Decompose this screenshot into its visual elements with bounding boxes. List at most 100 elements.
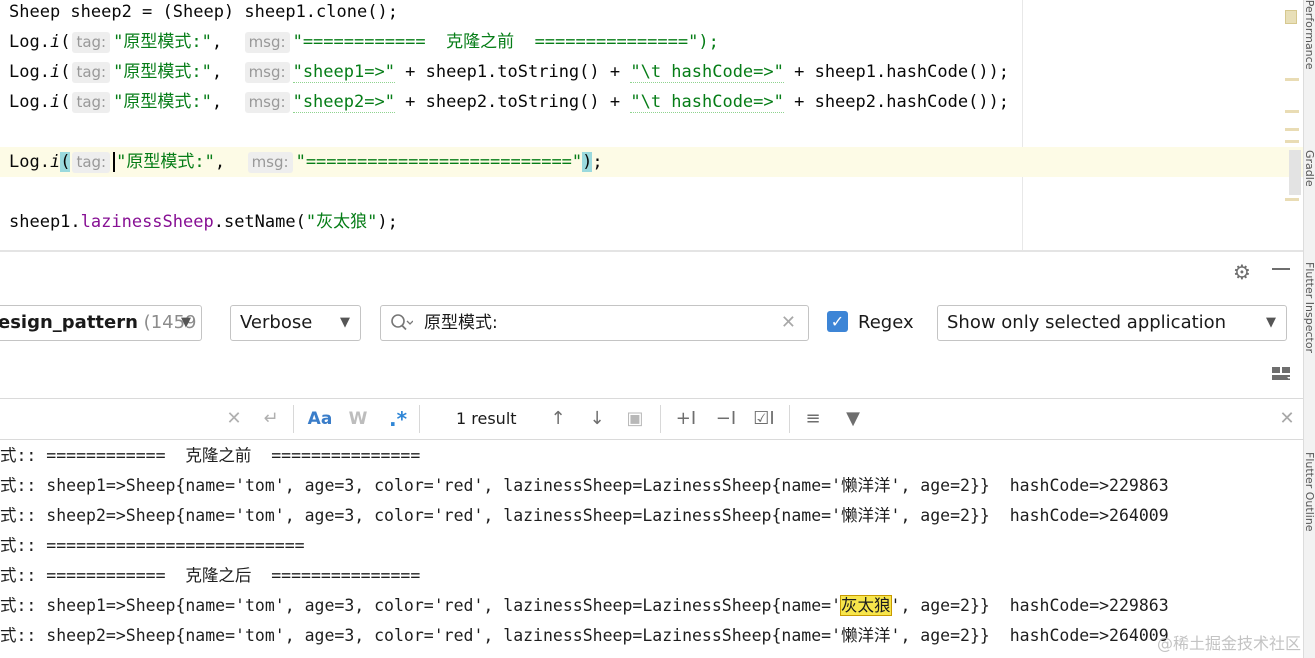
log-line[interactable]: 式:: sheep1=>Sheep{name='tom', age=3, col… [0, 591, 1169, 621]
string-literal: "\t hashCode=>" [630, 62, 784, 83]
app-filter-selector[interactable]: Show only selected application ▼ [937, 305, 1287, 341]
param-hint-msg: msg: [244, 92, 290, 113]
scroll-marker[interactable] [1285, 198, 1299, 201]
code-text: + sheep1.toString() + [394, 62, 631, 82]
scroll-marker[interactable] [1285, 140, 1299, 143]
code-text: + sheep2.hashCode()); [783, 92, 1010, 112]
find-bar: ✕ ↵ Aa W .* 1 result ↑ ↓ ▣ +I −I ☑I ≡ ▼ … [0, 398, 1303, 440]
log-level-value: Verbose [240, 312, 313, 333]
string-literal: "原型模式:" [116, 152, 215, 172]
log-search-input[interactable]: 原型模式: ✕ [380, 305, 809, 341]
code-text: Log. [9, 32, 50, 52]
field-name: lazinessSheep [80, 212, 214, 232]
log-level-selector[interactable]: Verbose ▼ [230, 305, 361, 341]
layout-icon[interactable] [1272, 367, 1292, 381]
code-line[interactable]: sheep1.lazinessSheep.setName("灰太狼"); [9, 207, 398, 237]
log-line[interactable]: 式:: sheep1=>Sheep{name='tom', age=3, col… [0, 471, 1169, 501]
comma: , [211, 92, 223, 112]
param-hint-msg: msg: [247, 152, 293, 173]
log-text: ', age=2}} hashCode=>229863 [890, 596, 1169, 615]
log-line[interactable]: 式:: ========================== [0, 531, 305, 561]
inspection-status-icon[interactable] [1285, 10, 1297, 24]
filter-icon[interactable]: ▼ [840, 399, 866, 439]
log-line[interactable]: 式:: ============ 克隆之后 =============== [0, 561, 420, 591]
semicolon: ; [592, 152, 603, 172]
comma: , [211, 62, 223, 82]
watermark: @稀土掘金技术社区 [1156, 634, 1301, 653]
log-line[interactable]: 式:: sheep2=>Sheep{name='tom', age=3, col… [0, 501, 1169, 531]
code-text: sheep1. [9, 212, 81, 232]
code-text: .setName( [213, 212, 306, 232]
add-selection-icon[interactable]: +I [672, 399, 700, 439]
method-name: i [49, 32, 61, 52]
gradle-tab[interactable]: Gradle [1304, 150, 1315, 187]
code-editor[interactable]: Sheep sheep2 = (Sheep) sheep1.clone(); L… [0, 0, 1303, 250]
select-all-icon[interactable]: ▣ [624, 399, 646, 439]
next-occurrence-icon[interactable]: ↓ [586, 399, 608, 439]
flutter-performance-tab[interactable]: Flutter Performance [1304, 0, 1315, 69]
text-caret [113, 152, 116, 172]
log-text: 式:: sheep1=>Sheep{name='tom', age=3, col… [0, 596, 842, 615]
paren: ( [60, 92, 71, 112]
flutter-outline-tab[interactable]: Flutter Outline [1304, 452, 1315, 532]
scroll-marker[interactable] [1285, 128, 1299, 131]
search-value: 原型模式: [424, 313, 498, 333]
right-margin-guide [1022, 0, 1023, 250]
logcat-header [0, 252, 1303, 290]
gear-icon[interactable]: ⚙ [1233, 260, 1251, 284]
select-occurrences-icon[interactable]: ☑I [750, 399, 778, 439]
code-line[interactable]: Log.i(tag: "原型模式:", msg: "============ 克隆之… [9, 27, 719, 57]
separator [660, 405, 661, 433]
newline-icon[interactable]: ↵ [259, 399, 283, 439]
code-line-current[interactable]: Log.i(tag: "原型模式:", msg: "================… [0, 147, 1303, 177]
match-case-toggle[interactable]: Aa [305, 399, 335, 439]
regex-checkbox[interactable]: ✓ [827, 311, 848, 332]
code-text: + sheep1.hashCode()); [783, 62, 1010, 82]
regex-toggle[interactable]: .* [386, 399, 410, 439]
method-name: i [49, 92, 61, 112]
search-icon [389, 306, 414, 352]
scroll-marker[interactable] [1285, 78, 1299, 81]
whole-words-toggle[interactable]: W [346, 399, 370, 439]
filter-lines-icon[interactable]: ≡ [800, 399, 826, 439]
code-line[interactable]: Log.i(tag: "原型模式:", msg: "sheep2=>" + shee… [9, 87, 1009, 117]
process-selector[interactable]: esign_pattern (1459 ▼ [0, 305, 202, 341]
param-hint-msg: msg: [244, 32, 290, 53]
clear-icon[interactable]: ✕ [781, 306, 796, 340]
regex-label[interactable]: Regex [858, 305, 914, 341]
string-literal: "原型模式:" [113, 92, 212, 112]
minimize-icon[interactable] [1272, 268, 1290, 270]
matched-paren: ( [60, 152, 71, 172]
code-text: + sheep2.toString() + [394, 92, 631, 112]
chevron-down-icon: ▼ [1266, 315, 1276, 330]
editor-scrollbar-thumb[interactable] [1289, 150, 1301, 195]
log-line[interactable]: 式:: ============ 克隆之前 =============== [0, 441, 420, 471]
code-text: Log. [9, 152, 50, 172]
flutter-inspector-tab[interactable]: Flutter Inspector [1304, 262, 1315, 353]
clear-search-icon[interactable]: ✕ [224, 399, 244, 439]
code-text: Sheep sheep2 = (Sheep) sheep1.clone(); [9, 2, 398, 22]
paren: ( [60, 32, 71, 52]
string-literal: "sheep2=>" [292, 92, 395, 113]
separator [419, 405, 420, 433]
separator [293, 405, 294, 433]
previous-occurrence-icon[interactable]: ↑ [547, 399, 569, 439]
code-line[interactable]: Sheep sheep2 = (Sheep) sheep1.clone(); [9, 0, 398, 27]
code-line[interactable]: Log.i(tag: "原型模式:", msg: "sheep1=>" + shee… [9, 57, 1009, 87]
string-literal: "============ 克隆之前 ==============="); [292, 32, 719, 52]
close-icon[interactable]: ✕ [1276, 399, 1298, 439]
string-literal: "灰太狼" [305, 212, 378, 232]
paren: ( [60, 62, 71, 82]
param-hint-msg: msg: [244, 62, 290, 83]
logcat-output[interactable]: 式:: ============ 克隆之前 =============== 式:… [0, 440, 1303, 658]
result-count: 1 result [456, 409, 517, 428]
log-line[interactable]: 式:: sheep2=>Sheep{name='tom', age=3, col… [0, 621, 1169, 651]
process-name: esign_pattern [0, 312, 138, 333]
code-text: Log. [9, 92, 50, 112]
code-text: ); [377, 212, 398, 232]
string-literal: "原型模式:" [113, 32, 212, 52]
code-text: Log. [9, 62, 50, 82]
comma: , [214, 152, 226, 172]
remove-selection-icon[interactable]: −I [712, 399, 740, 439]
scroll-marker[interactable] [1285, 110, 1299, 113]
